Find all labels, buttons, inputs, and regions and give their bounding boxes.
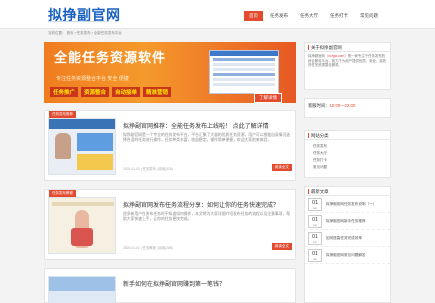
category-link[interactable]: 任务发布 (313, 143, 382, 150)
nav-item-publish[interactable]: 任务发布 (265, 11, 293, 21)
banner-tag: 任务推广 (50, 87, 79, 97)
nav-item-hall[interactable]: 任务大厅 (295, 11, 323, 21)
banner-subtitle: 专注任务资源整合平台 安全 便捷 (56, 76, 129, 82)
date-day: 01 (311, 199, 319, 206)
banner-tag: 自动接单 (112, 87, 141, 97)
post-category-tag[interactable]: 任务发布推荐 (49, 111, 76, 118)
article-title[interactable]: 如何提高任务完成效率 (326, 236, 362, 241)
category-link[interactable]: 任务大厅 (313, 150, 382, 157)
nav-item-home[interactable]: 首页 (244, 11, 263, 21)
read-more-button[interactable]: 阅读全文 (271, 164, 292, 171)
sidebar-heading: 网站分类 (305, 131, 390, 140)
article-title[interactable]: 拟挣副官网任务发布说明（一） (326, 202, 376, 207)
post-thumbnail[interactable] (48, 276, 116, 303)
promo-banner[interactable]: 全能任务资源软件 专注任务资源整合平台 安全 便捷 任务推广 资源整合 自动接单… (44, 42, 296, 103)
post-title[interactable]: 拟挣副官网发布任务流程分享：如何让你的任务快速完成？ (123, 200, 279, 209)
post-meta: 2020-01-01 | 任务发布 | 阅读(325) (123, 167, 173, 171)
hours-label: 客服时间： (308, 103, 330, 108)
hours-value: 10:00—22:00 (329, 103, 356, 108)
post-card: 任务发布推荐 拟挣副官网推荐：全能任务发布上线啦！ 点此了解详情 拟挣副官网是一… (44, 110, 296, 181)
banner-details-button[interactable]: 了解详情 (254, 93, 282, 103)
article-title[interactable]: 拟挣副官网新手任务推荐 (326, 219, 366, 224)
recent-article[interactable]: 01 Jan 拟挣副官网常见问题解答 (305, 247, 390, 264)
article-title[interactable]: 拟挣副官网常见问题解答 (326, 253, 366, 258)
date-month: Jan (312, 206, 318, 210)
banner-tags: 任务推广 资源整合 自动接单 精准营销 (50, 87, 172, 97)
service-hours: 客服时间：10:00—22:00 (305, 99, 390, 113)
site-logo[interactable]: 拟挣副官网 (48, 5, 121, 25)
about-site-link[interactable]: ncfgw.com (328, 54, 344, 58)
sidebar-hours: 客服时间：10:00—22:00 (304, 98, 391, 118)
breadcrumb-prefix: 当前位置： (48, 31, 66, 35)
date-month: Jan (312, 223, 318, 227)
post-title[interactable]: 新手如何在拟挣副官网赚到第一笔钱？ (123, 279, 225, 288)
sidebar-recent: 最新文章 01 Jan 拟挣副官网任务发布说明（一） 01 Jan 拟挣副官网新手任… (304, 186, 391, 303)
breadcrumb-home[interactable]: 首页 (66, 31, 73, 35)
article-date: 01 Jan (308, 231, 322, 245)
about-text-pre: 拟挣副官网（ (308, 54, 329, 58)
article-date: 01 Jan (308, 214, 322, 228)
recent-article[interactable]: 01 Jan 拟挣副官网新手任务推荐 (305, 213, 390, 230)
sidebar-categories: 网站分类 任务发布 任务大厅 任务打卡 常见问题 (304, 130, 391, 178)
software-screenshot-image (209, 50, 279, 94)
breadcrumb-current: 全能任务发布平台 (93, 31, 122, 35)
nav-item-checkin[interactable]: 任务打卡 (325, 11, 353, 21)
banner-tag: 资源整合 (81, 87, 110, 97)
recent-article[interactable]: 01 Jan 如何提高任务完成效率 (305, 230, 390, 247)
date-month: Jan (312, 257, 318, 261)
breadcrumb: 当前位置： 首页 › 任务发布 › 全能任务发布平台 (48, 31, 122, 36)
post-card: 新手如何在拟挣副官网赚到第一笔钱？ (44, 268, 296, 303)
main-nav: 首页 任务发布 任务大厅 任务打卡 常见问题 (244, 11, 385, 21)
site-header: 拟挣副官网 首页 任务发布 任务大厅 任务打卡 常见问题 (0, 0, 435, 29)
banner-title: 全能任务资源软件 (54, 50, 167, 65)
post-card: 任务发布教程 拟挣副官网发布任务流程分享：如何让你的任务快速完成？ 很多新用户在… (44, 189, 296, 260)
category-link[interactable]: 常见问题 (313, 164, 382, 171)
sidebar-about: 关于拟挣副官网 拟挣副官网（ncfgw.com）是一家专注于任务发布的综合服务平… (304, 42, 391, 90)
post-excerpt: 拟挣副官网是一个专业的任务发布平台，平台汇聚了大量的优质任务资源，用户可以根据自… (123, 133, 291, 143)
about-text: 拟挣副官网（ncfgw.com）是一家专注于任务发布的综合服务平台，致力于为用户… (305, 52, 390, 70)
post-meta: 2020-01-01 | 任务教程 | 阅读(288) (123, 246, 173, 250)
category-link[interactable]: 任务打卡 (313, 157, 382, 164)
article-date: 01 Jan (308, 197, 322, 211)
post-title[interactable]: 拟挣副官网推荐：全能任务发布上线啦！ 点此了解详情 (123, 121, 269, 130)
read-more-button[interactable]: 阅读全文 (271, 243, 292, 250)
post-excerpt: 很多新用户在发布任务时不知道如何操作，本文将为大家详细介绍发布任务的流程以及注意… (123, 212, 291, 222)
logo-underline (48, 21, 106, 22)
post-thumbnail[interactable] (48, 197, 116, 254)
breadcrumb-separator: › (74, 31, 76, 35)
post-category-tag[interactable]: 任务发布教程 (49, 190, 76, 197)
date-day: 01 (311, 233, 319, 240)
article-date: 01 Jan (308, 248, 322, 262)
breadcrumb-section[interactable]: 任务发布 (77, 31, 91, 35)
sidebar-heading: 最新文章 (305, 187, 390, 196)
date-day: 01 (311, 216, 319, 223)
date-month: Jan (312, 240, 318, 244)
sidebar-heading: 关于拟挣副官网 (305, 43, 390, 52)
breadcrumb-separator: › (91, 31, 93, 35)
nav-item-faq[interactable]: 常见问题 (355, 11, 383, 21)
banner-tag: 精准营销 (143, 87, 172, 97)
date-day: 01 (311, 250, 319, 257)
post-thumbnail[interactable] (48, 118, 116, 175)
recent-article[interactable]: 01 Jan 拟挣副官网任务发布说明（一） (305, 196, 390, 213)
